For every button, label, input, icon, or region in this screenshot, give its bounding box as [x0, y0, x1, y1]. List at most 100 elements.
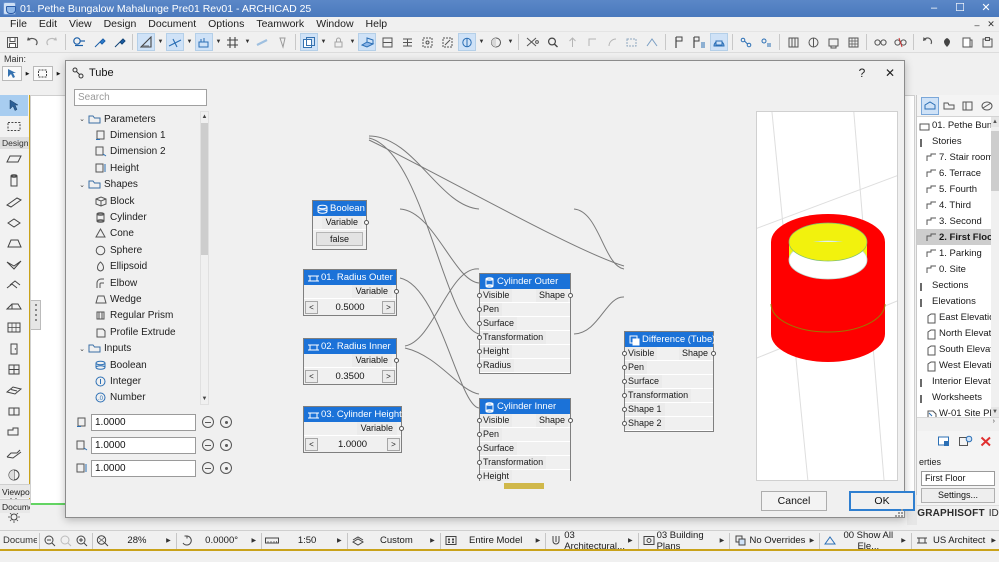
- tree-item-dimension-2[interactable]: Dimension 2: [74, 144, 207, 160]
- node-header[interactable]: Cylinder Outer: [480, 274, 570, 289]
- input-port[interactable]: [622, 393, 627, 398]
- grid-tool-icon[interactable]: [844, 33, 862, 51]
- graphic-override-icon[interactable]: [732, 533, 748, 549]
- slab-tool[interactable]: [0, 212, 28, 233]
- navigator-tree[interactable]: 01. Pethe Bungalow Maha Stories 7. Stair r…: [917, 117, 999, 417]
- 3d-preview-panel[interactable]: [756, 111, 898, 481]
- resize-grip[interactable]: [894, 508, 904, 518]
- chevron-down-icon[interactable]: ▼: [243, 33, 252, 51]
- layer-combination-icon[interactable]: [548, 533, 564, 549]
- navigator-item-4-third[interactable]: 4. Third: [917, 197, 999, 213]
- tree-item-block[interactable]: Block: [74, 193, 207, 209]
- parameter-value-input[interactable]: [91, 459, 196, 477]
- input-port[interactable]: [622, 365, 627, 370]
- tree-item-dimension-1[interactable]: Dimension 1: [74, 127, 207, 143]
- input-port[interactable]: [622, 407, 627, 412]
- increase-icon[interactable]: [220, 439, 232, 451]
- spinner-increase-button[interactable]: >: [382, 300, 395, 314]
- navigator-item-3-second[interactable]: 3. Second: [917, 213, 999, 229]
- input-port[interactable]: [477, 307, 482, 312]
- chevron-down-icon[interactable]: ⌄: [76, 345, 88, 353]
- navigator-item-north-elevation-auto[interactable]: North Elevation (Auto: [917, 325, 999, 341]
- model-view-icon[interactable]: [443, 533, 459, 549]
- graphic-override-value[interactable]: No Overrides: [748, 535, 806, 546]
- menu-options[interactable]: Options: [202, 17, 250, 32]
- undo-icon[interactable]: [23, 33, 41, 51]
- marquee-3d-icon[interactable]: [418, 33, 436, 51]
- scale-icon[interactable]: [264, 533, 280, 549]
- menu-help[interactable]: Help: [360, 17, 394, 32]
- spinner-decrease-button[interactable]: <: [305, 437, 318, 451]
- navigator-tab-view-map[interactable]: [940, 97, 958, 115]
- navigator-item-interior-elevations[interactable]: Interior Elevations: [917, 373, 999, 389]
- chevron-down-icon[interactable]: ▼: [319, 33, 328, 51]
- input-port[interactable]: [622, 379, 627, 384]
- mark-up-icon[interactable]: [804, 33, 822, 51]
- tree-scrollbar[interactable]: ▲ ▼: [200, 111, 209, 405]
- menu-design[interactable]: Design: [98, 17, 143, 32]
- output-port[interactable]: [399, 426, 404, 431]
- tree-item-wedge[interactable]: Wedge: [74, 291, 207, 307]
- publish-icon[interactable]: [824, 33, 842, 51]
- unlink-icon[interactable]: [891, 33, 909, 51]
- curtain-wall-tool[interactable]: [0, 317, 28, 338]
- menu-edit[interactable]: Edit: [33, 17, 63, 32]
- eyedropper-icon[interactable]: [90, 33, 108, 51]
- navigator-item-6-terrace[interactable]: 6. Terrace: [917, 165, 999, 181]
- navigator-item-2-first-floor[interactable]: 2. First Floor: [917, 229, 999, 245]
- node-boolean-value[interactable]: false: [316, 232, 363, 246]
- navigator-item-w-01-site-plan-pdf-i[interactable]: W-01 Site Plan PDF (I: [917, 405, 999, 417]
- input-port[interactable]: [477, 474, 482, 479]
- syringe-icon[interactable]: [110, 33, 128, 51]
- grid-snap-icon[interactable]: [224, 33, 242, 51]
- new-view-icon[interactable]: [937, 435, 952, 451]
- navigator-item-west-elevation-auto-[interactable]: West Elevation (Auto-: [917, 357, 999, 373]
- fit-in-window-icon[interactable]: [95, 533, 111, 549]
- navigator-item-1-parking[interactable]: 1. Parking: [917, 245, 999, 261]
- beam-tool[interactable]: [0, 191, 28, 212]
- spinner-decrease-button[interactable]: <: [305, 300, 318, 314]
- search-icon[interactable]: [543, 33, 561, 51]
- tree-item-ellipsoid[interactable]: Ellipsoid: [74, 259, 207, 275]
- photorender-icon[interactable]: [487, 33, 505, 51]
- output-port[interactable]: [394, 289, 399, 294]
- chevron-down-icon[interactable]: ⌄: [76, 115, 88, 123]
- node-header[interactable]: 03. Cylinder Height: [304, 407, 402, 422]
- chevron-down-icon[interactable]: ▼: [156, 33, 165, 51]
- input-port[interactable]: [622, 421, 627, 426]
- chevron-right-icon[interactable]: ▶: [533, 537, 544, 544]
- scroll-down-icon[interactable]: ▼: [991, 407, 999, 417]
- parameter-value-input[interactable]: [91, 436, 196, 454]
- navigator-item-7-stair-room[interactable]: 7. Stair room: [917, 149, 999, 165]
- menu-document[interactable]: Document: [142, 17, 202, 32]
- scroll-up-icon[interactable]: ▲: [201, 112, 208, 122]
- zoom-level-value[interactable]: 28%: [111, 535, 163, 546]
- scroll-up-icon[interactable]: ▲: [991, 117, 999, 127]
- input-port[interactable]: [477, 432, 482, 437]
- output-port[interactable]: [568, 293, 573, 298]
- scale-value[interactable]: 1:50: [280, 535, 334, 546]
- copy-page-icon[interactable]: [958, 33, 976, 51]
- ok-button[interactable]: OK: [849, 491, 915, 511]
- output-port[interactable]: [364, 220, 369, 225]
- object-tool[interactable]: [0, 422, 28, 443]
- tree-item-number[interactable]: .0 Number: [74, 390, 207, 405]
- increase-icon[interactable]: [220, 462, 232, 474]
- component-tree[interactable]: ⌄ Parameters Dimension 1 Dimension 2 Height ⌄…: [74, 111, 207, 405]
- output-port[interactable]: [568, 418, 573, 423]
- story-settings-button[interactable]: Settings...: [921, 488, 995, 503]
- tree-item-elbow[interactable]: Elbow: [74, 275, 207, 291]
- refresh-icon[interactable]: [918, 33, 936, 51]
- menu-teamwork[interactable]: Teamwork: [250, 17, 310, 32]
- window-tool[interactable]: [0, 359, 28, 380]
- orientation-value[interactable]: 0.0000°: [195, 535, 249, 546]
- model-view-value[interactable]: Entire Model: [459, 535, 533, 546]
- spinner-value[interactable]: 0.5000: [318, 302, 382, 313]
- navigator-item-0-site[interactable]: 0. Site: [917, 261, 999, 277]
- mdi-close-button[interactable]: ✕: [985, 19, 997, 30]
- mesh-tool[interactable]: [0, 296, 28, 317]
- input-port[interactable]: [477, 349, 482, 354]
- maximize-button[interactable]: ☐: [947, 0, 973, 17]
- chevron-right-icon[interactable]: ▶: [427, 537, 438, 544]
- spinner-decrease-button[interactable]: <: [305, 369, 318, 383]
